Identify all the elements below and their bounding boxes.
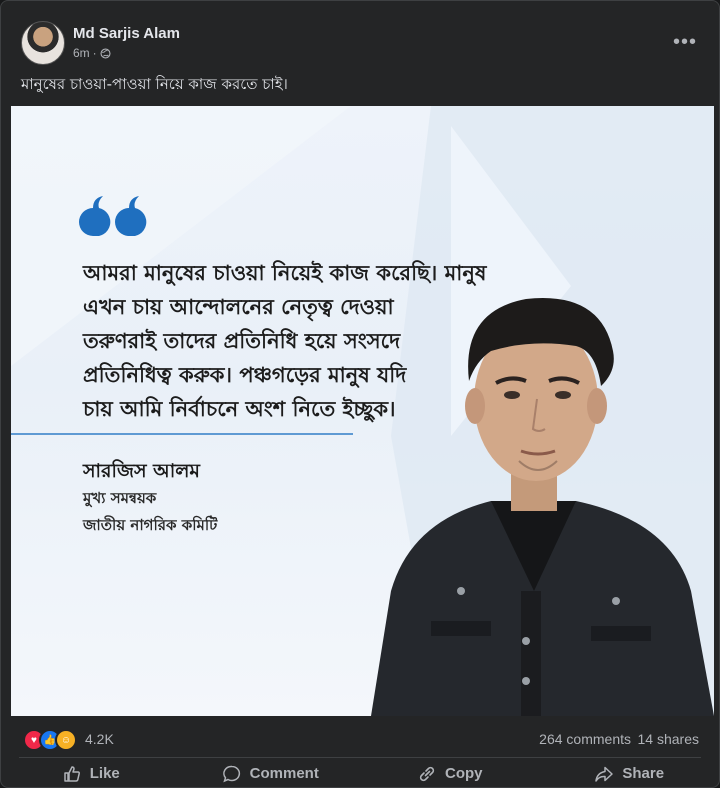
globe-icon [100, 47, 111, 59]
copy-label: Copy [445, 765, 483, 782]
link-icon [419, 766, 435, 781]
portrait-photo [371, 298, 714, 716]
more-options-button[interactable]: ••• [673, 31, 697, 54]
quote-line: আমরা মানুষের চাওয়া নিয়েই কাজ করেছি। মা… [83, 261, 487, 285]
post-header: Md Sarjis Alam 6m · ••• [1, 1, 719, 71]
post-card: Md Sarjis Alam 6m · ••• মানুষের চাওয়া-প… [0, 0, 720, 788]
comment-icon [222, 765, 240, 782]
comment-button[interactable]: Comment [181, 758, 361, 787]
like-label: Like [89, 765, 120, 782]
shares-count[interactable]: 14 shares [638, 731, 699, 747]
post-image[interactable]: আমরা মানুষের চাওয়া নিয়েই কাজ করেছি। মা… [11, 106, 714, 716]
signature-name: সারজিস আলম [83, 460, 200, 482]
thumbs-up-icon [63, 765, 80, 782]
quote-mark-icon [79, 196, 147, 236]
comment-label: Comment [249, 765, 319, 782]
like-button[interactable]: Like [1, 758, 181, 787]
share-label: Share [622, 765, 665, 782]
share-icon [595, 766, 614, 782]
post-caption: মানুষের চাওয়া-পাওয়া নিয়ে কাজ করতে চাই… [21, 75, 288, 93]
reaction-count[interactable]: 4.2K [85, 731, 114, 747]
reaction-icons[interactable]: ♥ 👍 ☺ [23, 729, 77, 751]
comments-count[interactable]: 264 comments [539, 731, 631, 747]
care-reaction-icon: ☺ [55, 729, 77, 751]
meta-dot: · [92, 46, 97, 60]
post-actions: Like Comment Copy Share [1, 758, 720, 787]
share-button[interactable]: Share [540, 758, 720, 787]
author-name[interactable]: Md Sarjis Alam [73, 25, 180, 42]
signature-role: মুখ্য সমন্বয়ক [83, 489, 157, 507]
post-stats: ♥ 👍 ☺ 4.2K 264 comments 14 shares [1, 719, 719, 757]
avatar[interactable] [21, 21, 65, 65]
divider-line [11, 433, 353, 435]
signature-org: জাতীয় নাগরিক কমিটি [83, 516, 218, 534]
post-meta: 6m · [73, 46, 111, 60]
copy-button[interactable]: Copy [360, 758, 540, 787]
post-time[interactable]: 6m [73, 46, 90, 60]
